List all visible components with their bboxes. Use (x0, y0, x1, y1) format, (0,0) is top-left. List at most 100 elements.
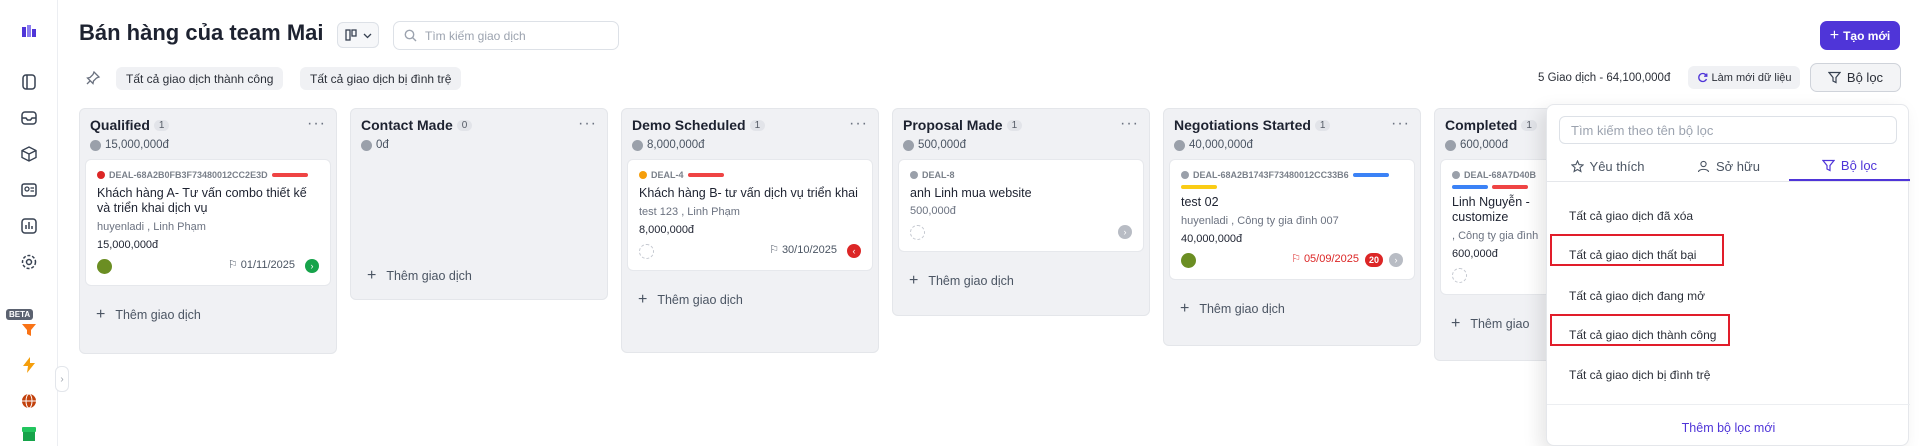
more-icon[interactable]: ··· (307, 115, 326, 133)
coin-icon (361, 139, 372, 151)
deal-search[interactable] (393, 21, 619, 50)
tab-favorites-label: Yêu thích (1589, 159, 1645, 174)
inbox-icon[interactable] (19, 108, 39, 128)
search-icon (404, 29, 417, 42)
store-icon[interactable] (19, 424, 39, 444)
create-new-button[interactable]: + Tạo mới (1820, 21, 1900, 50)
deal-title: Linh Nguyễn - customize (1452, 195, 1530, 224)
funnel-icon[interactable] (19, 320, 39, 340)
tab-filters[interactable]: Bộ lọc (1789, 152, 1910, 181)
overdue-badge: 20 (1365, 253, 1383, 267)
column-count: 1 (749, 120, 766, 131)
coin-icon (90, 139, 101, 151)
plus-icon: + (1451, 315, 1461, 332)
filter-option[interactable]: Tất cả giao dịch đang mở (1569, 289, 1705, 303)
filter-option[interactable]: Tất cả giao dịch đã xóa (1569, 209, 1693, 223)
sidebar-collapse-toggle[interactable]: › (55, 366, 69, 392)
deal-title: test 02 (1181, 195, 1219, 209)
chevron-right-icon[interactable]: › (1118, 225, 1132, 239)
highlight-box (1550, 234, 1724, 266)
add-deal-label: Thêm giao dịch (386, 269, 472, 283)
tab-owned[interactable]: Sở hữu (1668, 152, 1789, 181)
deal-id: DEAL-68A2B0FB3F73480012CC2E3D (109, 170, 268, 180)
box-icon[interactable] (19, 144, 39, 164)
chevron-right-icon[interactable]: › (305, 259, 319, 273)
pipeline-column-negotiations-started: Negotiations Started 1 ··· 40,000,000đ DE… (1163, 108, 1421, 346)
more-icon[interactable]: ··· (1120, 115, 1139, 133)
user-icon (1697, 160, 1710, 173)
report-icon[interactable] (19, 216, 39, 236)
add-deal-button[interactable]: + Thêm giao dịch (1164, 280, 1420, 334)
pin-icon[interactable] (85, 70, 101, 86)
settings-icon[interactable] (19, 252, 39, 272)
column-title: Proposal Made (903, 117, 1003, 133)
coin-icon (632, 139, 643, 151)
refresh-data-button[interactable]: Làm mới dữ liệu (1688, 66, 1800, 89)
column-amount: 0đ (376, 139, 389, 151)
column-amount: 40,000,000đ (1189, 139, 1253, 151)
beta-badge: BETA (6, 309, 34, 320)
contacts-icon[interactable] (19, 180, 39, 200)
column-title: Negotiations Started (1174, 117, 1311, 133)
tag-bar (271, 173, 308, 177)
filter-option[interactable]: Tất cả giao dịch bị đình trệ (1569, 368, 1710, 382)
deal-amount: 40,000,000đ (1181, 233, 1243, 245)
deal-amount: 8,000,000đ (639, 224, 695, 236)
tag-bar (1181, 185, 1217, 189)
column-amount: 15,000,000đ (105, 139, 169, 151)
view-switcher-button[interactable] (337, 22, 379, 48)
add-deal-button[interactable]: + Thêm giao dịch (80, 286, 336, 340)
chevron-right-icon[interactable]: › (1389, 253, 1403, 267)
deal-id: DEAL-4 (651, 170, 684, 180)
due-date-text: 30/10/2025 (781, 243, 837, 256)
add-deal-button[interactable]: + Thêm giao dịch (893, 252, 1149, 306)
tab-filters-label: Bộ lọc (1840, 158, 1878, 173)
due-date: ⚐ 30/10/2025 (769, 243, 837, 257)
add-deal-button[interactable]: + Thêm giao dịch (351, 155, 607, 301)
deal-card[interactable]: DEAL-68A2B0FB3F73480012CC2E3D Khách hàng… (85, 159, 331, 286)
due-date: ⚐ 01/11/2025 (228, 258, 295, 272)
deal-amount: 500,000đ (910, 205, 956, 217)
column-count: 1 (153, 120, 170, 131)
deal-card[interactable]: DEAL-8 anh Linh mua website 500,000đ › (898, 159, 1144, 252)
search-input[interactable] (425, 28, 595, 43)
add-filter-button[interactable]: Thêm bộ lọc mới (1547, 421, 1910, 435)
deal-id: DEAL-68A2B1743F73480012CC33B6 (1193, 170, 1349, 180)
more-icon[interactable]: ··· (1391, 115, 1410, 133)
filter-button[interactable]: Bộ lọc (1810, 63, 1901, 92)
refresh-icon (1697, 72, 1707, 83)
page-title: Bán hàng của team Mai (79, 20, 324, 45)
star-icon (1570, 160, 1584, 173)
pipeline-column-contact-made: Contact Made 0 ··· 0đ + Thêm giao dịch (350, 108, 608, 300)
add-deal-button[interactable]: + Thêm giao dịch (622, 271, 878, 325)
column-amount: 500,000đ (918, 139, 966, 151)
add-deal-label: Thêm giao dịch (928, 274, 1014, 288)
deal-card[interactable]: DEAL-4 Khách hàng B- tư vấn dịch vụ triể… (627, 159, 873, 271)
more-icon[interactable]: ··· (849, 115, 868, 133)
column-title: Completed (1445, 117, 1518, 133)
filter-tabs: Yêu thích Sở hữu Bộ lọc (1547, 152, 1910, 182)
avatar (1452, 267, 1467, 283)
deal-card[interactable]: DEAL-68A2B1743F73480012CC33B6 test 02 hu… (1169, 159, 1415, 280)
due-date-text: 05/09/2025 (1303, 252, 1359, 265)
filter-search[interactable] (1559, 116, 1897, 144)
column-amount: 600,000đ (1460, 139, 1508, 151)
plus-icon: + (1829, 26, 1840, 44)
add-deal-label: Thêm giao dịch (1199, 302, 1285, 316)
more-icon[interactable]: ··· (578, 115, 597, 133)
column-title: Qualified (90, 117, 150, 133)
chevron-left-icon[interactable]: ‹ (847, 244, 861, 258)
saved-filter-chip[interactable]: Tất cả giao dịch bị đình trệ (300, 67, 462, 90)
lightning-icon[interactable] (19, 355, 39, 375)
coin-icon (1174, 139, 1185, 151)
globe-icon[interactable] (19, 391, 39, 411)
filter-icon (1827, 71, 1841, 84)
logo-icon[interactable] (19, 22, 39, 42)
filter-search-input[interactable] (1571, 122, 1871, 138)
coin-icon (903, 139, 914, 151)
saved-filter-chip[interactable]: Tất cả giao dịch thành công (116, 67, 284, 90)
tab-favorites[interactable]: Yêu thích (1547, 152, 1668, 181)
deal-amount: 15,000,000đ (97, 239, 159, 251)
layers-icon[interactable] (19, 72, 39, 92)
avatar (910, 224, 925, 240)
